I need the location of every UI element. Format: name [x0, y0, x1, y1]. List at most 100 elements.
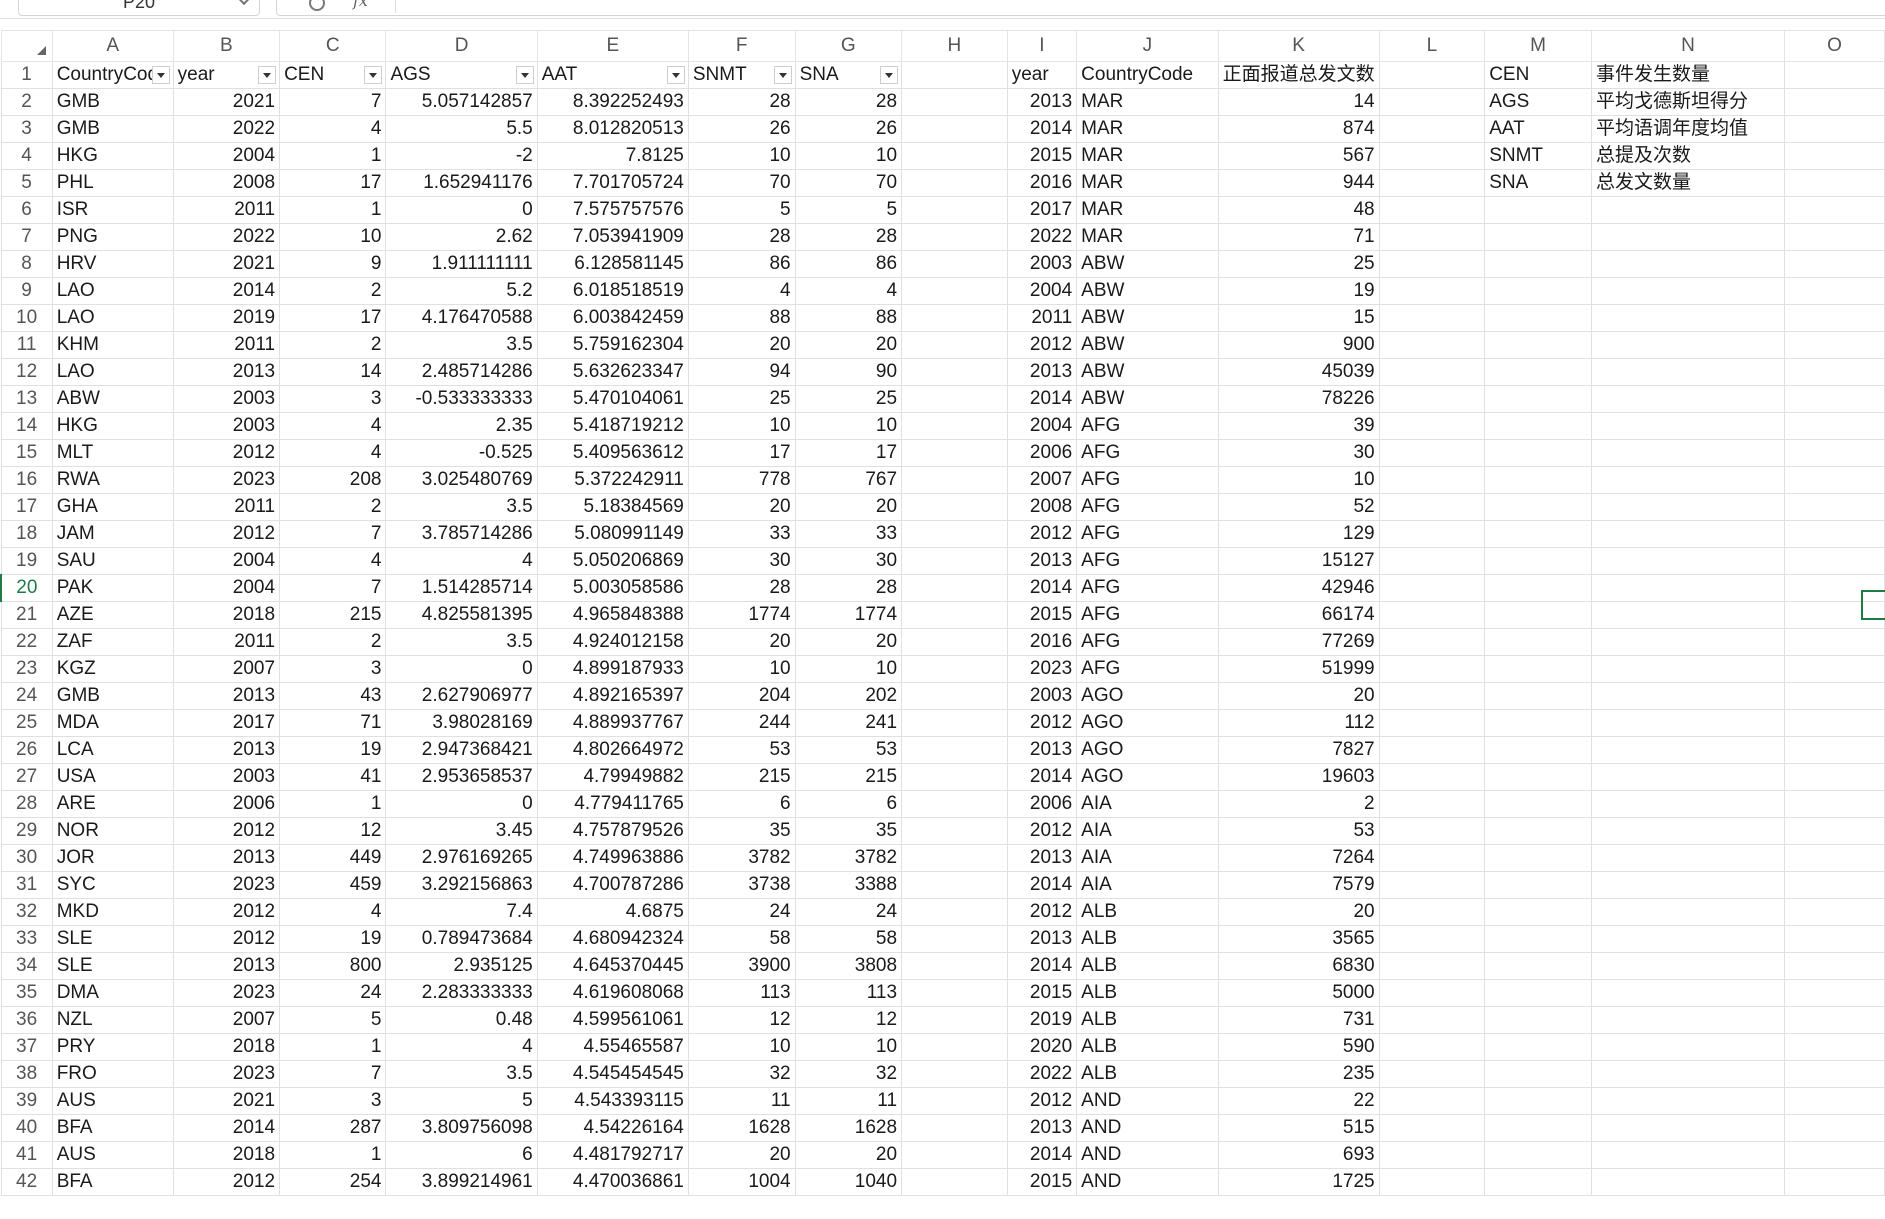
cell-h[interactable]	[901, 520, 1008, 548]
cell-e[interactable]: 4.599561061	[536, 1006, 689, 1034]
cell-h[interactable]	[901, 682, 1008, 710]
cell-b[interactable]: 2012	[172, 925, 281, 953]
cell-h[interactable]	[901, 790, 1008, 818]
cell-l[interactable]	[1378, 655, 1486, 683]
cell-h[interactable]	[901, 358, 1008, 386]
cell-h[interactable]	[901, 763, 1008, 791]
row-header[interactable]: 16	[0, 466, 53, 494]
formula-input[interactable]: fx	[276, 0, 1885, 16]
cell-b[interactable]: 2013	[172, 736, 281, 764]
cell-d[interactable]: 4	[385, 1033, 538, 1061]
row-header[interactable]: 13	[0, 385, 53, 413]
cell-d[interactable]: 6	[385, 1141, 538, 1169]
cell-i[interactable]: 2014	[1006, 763, 1078, 791]
cell-e[interactable]: 6.003842459	[536, 304, 689, 332]
cell-e[interactable]: 5.632623347	[536, 358, 689, 386]
cell-c[interactable]: 1	[279, 142, 387, 170]
cell-e[interactable]: 4.55465587	[536, 1033, 689, 1061]
cell-h[interactable]	[901, 439, 1008, 467]
cell-i[interactable]: 2012	[1006, 520, 1078, 548]
cell-l[interactable]	[1378, 196, 1486, 224]
cell-l[interactable]	[1378, 1087, 1486, 1115]
cell-e[interactable]: 7.701705724	[536, 169, 689, 197]
cell-l[interactable]	[1378, 250, 1486, 278]
cell-f[interactable]: 86	[687, 250, 796, 278]
cell-m[interactable]	[1484, 1060, 1592, 1088]
cell-c[interactable]: 3	[279, 655, 387, 683]
cell-j[interactable]: ALB	[1076, 925, 1219, 953]
cell-k[interactable]: 52	[1217, 493, 1380, 521]
cell-m[interactable]	[1484, 547, 1592, 575]
cell-g[interactable]: 202	[794, 682, 903, 710]
cell-m[interactable]	[1484, 493, 1592, 521]
cell-l[interactable]	[1378, 979, 1486, 1007]
cell-e[interactable]: 4.802664972	[536, 736, 689, 764]
cell-j[interactable]: ABW	[1076, 250, 1219, 278]
cell-c[interactable]: 2	[279, 628, 387, 656]
cell-m[interactable]	[1484, 412, 1592, 440]
cell-k[interactable]: 900	[1217, 331, 1380, 359]
cell-l[interactable]	[1378, 304, 1486, 332]
cell-o[interactable]	[1784, 709, 1885, 737]
cell-n[interactable]	[1590, 493, 1786, 521]
cell-e[interactable]: 4.889937767	[536, 709, 689, 737]
cell-i[interactable]: 2023	[1006, 655, 1078, 683]
cell-n[interactable]	[1590, 304, 1786, 332]
row-header[interactable]: 33	[0, 925, 53, 953]
cell-d[interactable]: 4	[385, 547, 538, 575]
cell-b[interactable]: 2013	[172, 952, 281, 980]
cell-h[interactable]	[901, 1168, 1008, 1196]
cell-g[interactable]: 12	[794, 1006, 903, 1034]
cell-n[interactable]	[1590, 763, 1786, 791]
cell-k[interactable]: 71	[1217, 223, 1380, 251]
function-icon[interactable]: fx	[353, 0, 368, 10]
cell-i[interactable]: 2013	[1006, 736, 1078, 764]
cell-a[interactable]: SLE	[51, 925, 174, 953]
cell-c[interactable]: 208	[279, 466, 387, 494]
cell-i[interactable]: 2015	[1006, 601, 1078, 629]
cell-a[interactable]: MKD	[51, 898, 174, 926]
cell-c[interactable]: 7	[279, 520, 387, 548]
cell-g[interactable]: 58	[794, 925, 903, 953]
cell-f[interactable]: 778	[687, 466, 796, 494]
cell-j[interactable]: AIA	[1076, 790, 1219, 818]
cell-j[interactable]: AGO	[1076, 736, 1219, 764]
cell-h[interactable]	[901, 817, 1008, 845]
cell-b[interactable]: 2012	[172, 898, 281, 926]
cell-o[interactable]	[1784, 736, 1885, 764]
header-cell-i[interactable]: year	[1006, 61, 1078, 89]
filter-dropdown-icon[interactable]	[666, 66, 685, 84]
cell-f[interactable]: 88	[687, 304, 796, 332]
cell-n[interactable]	[1590, 1033, 1786, 1061]
cell-a[interactable]: ISR	[51, 196, 174, 224]
cell-m[interactable]	[1484, 1168, 1592, 1196]
cell-a[interactable]: USA	[51, 763, 174, 791]
cell-j[interactable]: AFG	[1076, 466, 1219, 494]
cell-m[interactable]: AAT	[1484, 115, 1592, 143]
cell-l[interactable]	[1378, 385, 1486, 413]
cell-j[interactable]: AIA	[1076, 844, 1219, 872]
cell-d[interactable]: 3.5	[385, 1060, 538, 1088]
row-header[interactable]: 19	[0, 547, 53, 575]
cell-i[interactable]: 2022	[1006, 1060, 1078, 1088]
cell-g[interactable]: 24	[794, 898, 903, 926]
cell-d[interactable]: 4.176470588	[385, 304, 538, 332]
row-header[interactable]: 11	[0, 331, 53, 359]
cell-j[interactable]: AFG	[1076, 601, 1219, 629]
cell-k[interactable]: 6830	[1217, 952, 1380, 980]
cell-k[interactable]: 567	[1217, 142, 1380, 170]
cell-i[interactable]: 2014	[1006, 871, 1078, 899]
cell-k[interactable]: 77269	[1217, 628, 1380, 656]
cell-h[interactable]	[901, 601, 1008, 629]
row-header[interactable]: 41	[0, 1141, 53, 1169]
cell-n[interactable]	[1590, 1114, 1786, 1142]
cell-b[interactable]: 2022	[172, 223, 281, 251]
header-cell-j[interactable]: CountryCode	[1076, 61, 1219, 89]
column-header-n[interactable]: N	[1590, 30, 1786, 62]
header-cell-l[interactable]	[1378, 61, 1486, 89]
cell-a[interactable]: ARE	[51, 790, 174, 818]
cell-a[interactable]: GMB	[51, 115, 174, 143]
cell-c[interactable]: 7	[279, 88, 387, 116]
cell-c[interactable]: 1	[279, 1141, 387, 1169]
cell-o[interactable]	[1784, 277, 1885, 305]
